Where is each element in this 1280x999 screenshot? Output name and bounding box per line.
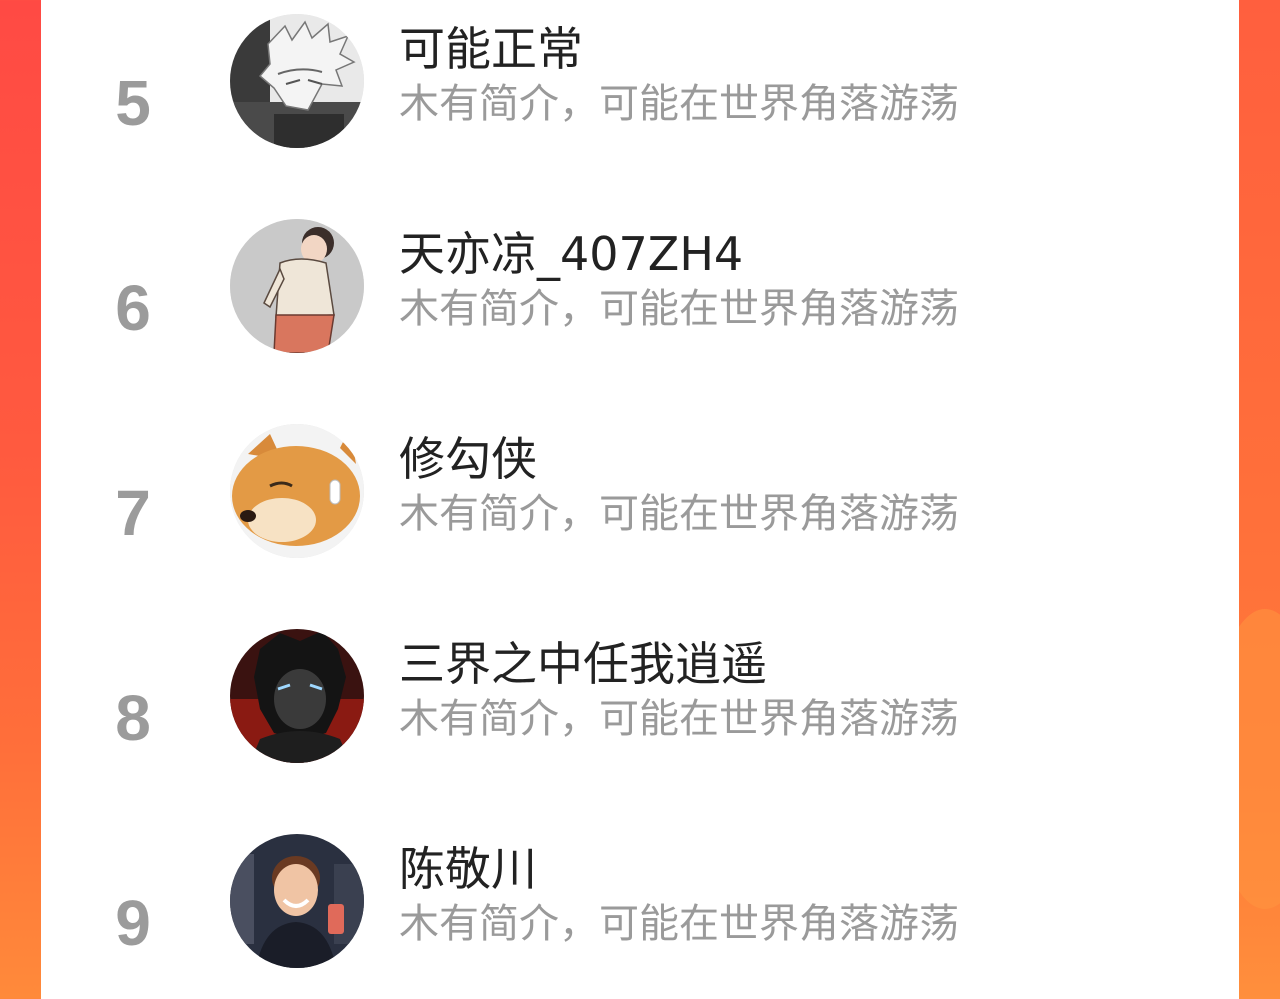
- user-bio: 木有简介，可能在世界角落游荡: [399, 696, 959, 742]
- rank-number: 7: [115, 476, 151, 549]
- smiling-boy-photo-avatar-icon[interactable]: [230, 834, 364, 968]
- user-bio: 木有简介，可能在世界角落游荡: [399, 286, 959, 332]
- ranking-row[interactable]: 8 三界之中任我逍遥 木有简介，可能在世界角落游荡: [41, 615, 1239, 820]
- ranking-row[interactable]: 5 可能正常 木有简介，可能在世界角落游荡: [41, 0, 1239, 205]
- user-bio: 木有简介，可能在世界角落游荡: [399, 901, 959, 947]
- user-name[interactable]: 修勾侠: [399, 430, 537, 488]
- cartoon-boy-avatar-icon[interactable]: [230, 219, 364, 353]
- user-name[interactable]: 陈敬川: [399, 840, 537, 898]
- user-name[interactable]: 天亦凉_407ZH4: [399, 225, 743, 283]
- rank-number: 5: [115, 66, 151, 139]
- rank-number: 6: [115, 271, 151, 344]
- ranking-row[interactable]: 6 天亦凉_407ZH4 木有简介，可能在世界角落游荡: [41, 205, 1239, 410]
- anime-white-hair-avatar-icon[interactable]: [230, 14, 364, 148]
- ranking-row[interactable]: 9 陈敬川 木有简介，可能在世界角落游荡: [41, 820, 1239, 999]
- ranking-list: 5 可能正常 木有简介，可能在世界角落游荡 6 天亦凉_407ZH4 木有简介，…: [41, 0, 1239, 999]
- user-name[interactable]: 三界之中任我逍遥: [399, 635, 767, 693]
- right-background-strip: [1210, 0, 1280, 999]
- rank-number: 8: [115, 681, 151, 754]
- user-bio: 木有简介，可能在世界角落游荡: [399, 81, 959, 127]
- shiba-dog-avatar-icon[interactable]: [230, 424, 364, 558]
- user-name[interactable]: 可能正常: [399, 20, 583, 78]
- ranking-row[interactable]: 7 修勾侠 木有简介，可能在世界角落游荡: [41, 410, 1239, 615]
- user-bio: 木有简介，可能在世界角落游荡: [399, 491, 959, 537]
- dark-anime-avatar-icon[interactable]: [230, 629, 364, 763]
- rank-number: 9: [115, 886, 151, 959]
